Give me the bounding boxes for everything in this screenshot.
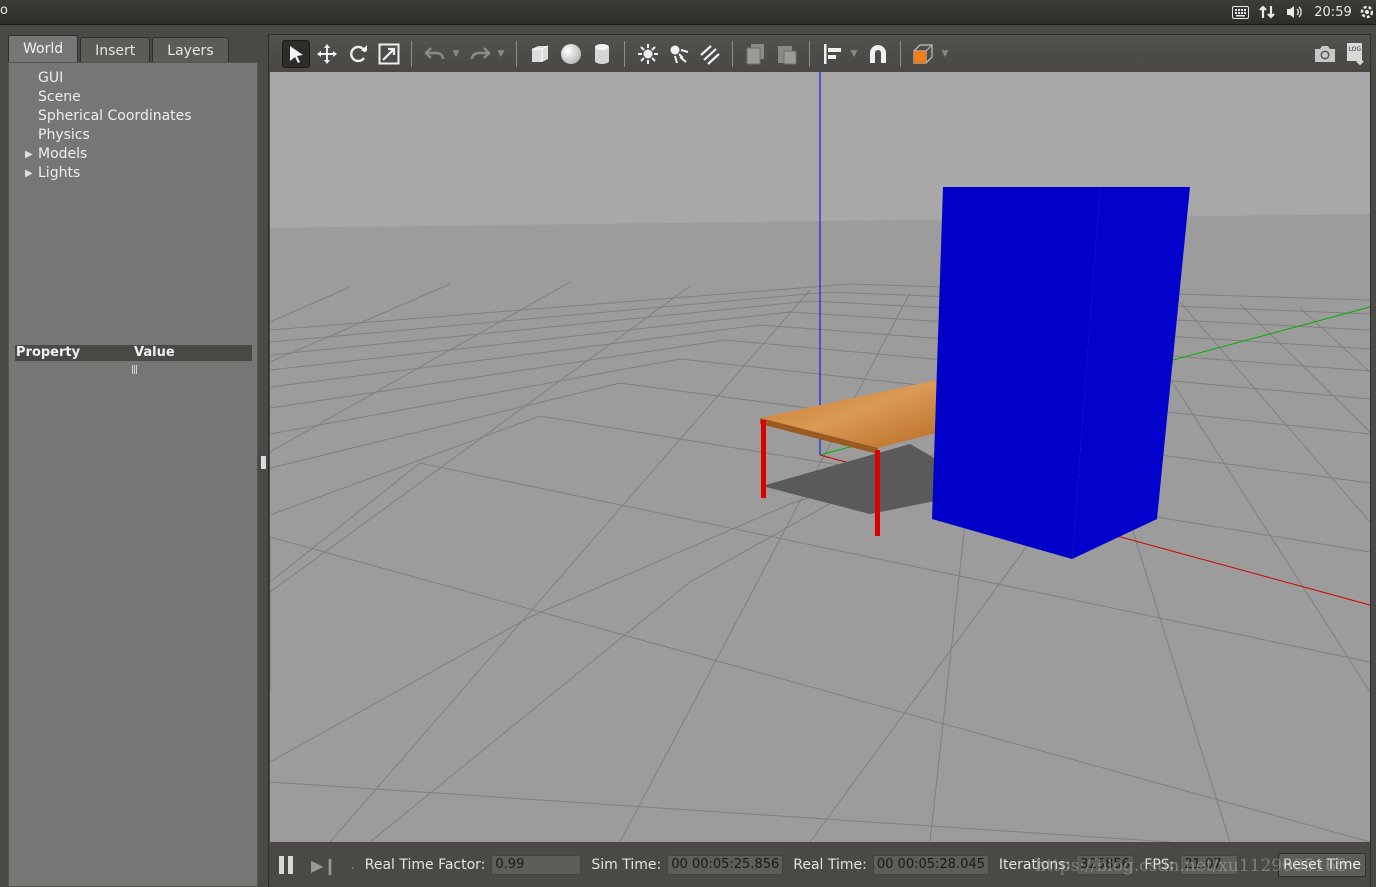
tab-insert[interactable]: Insert bbox=[80, 37, 151, 63]
screenshot-camera-icon[interactable] bbox=[1311, 40, 1339, 68]
step-dropdown-icon[interactable]: ․ bbox=[351, 858, 355, 872]
pause-icon[interactable] bbox=[279, 856, 295, 874]
world-tree: GUI Scene Spherical Coordinates Physics … bbox=[9, 69, 257, 183]
tab-layers[interactable]: Layers bbox=[152, 37, 229, 63]
tree-item-label: Spherical Coordinates bbox=[38, 108, 192, 124]
sim-time-value: 00 00:05:25.856 bbox=[667, 855, 784, 875]
iterations-value: 325856 bbox=[1076, 855, 1135, 875]
tree-item-label: Physics bbox=[38, 127, 90, 143]
real-time-factor-label: Real Time Factor: bbox=[364, 857, 486, 873]
undo-icon[interactable] bbox=[421, 40, 449, 68]
real-time-factor-value: 0.99 bbox=[491, 855, 582, 875]
tree-item-label: Models bbox=[38, 146, 88, 162]
network-updown-icon[interactable] bbox=[1254, 0, 1280, 24]
view-angle-icon[interactable] bbox=[910, 40, 938, 68]
tab-world[interactable]: World bbox=[8, 35, 79, 63]
table-leg bbox=[875, 450, 880, 536]
tree-item-physics[interactable]: Physics bbox=[9, 126, 257, 145]
toolbar-separator bbox=[732, 40, 733, 67]
sphere-icon[interactable] bbox=[557, 40, 585, 68]
system-tray: 20:59 bbox=[1226, 0, 1376, 24]
paste-icon[interactable] bbox=[773, 40, 801, 68]
log-label: LOG bbox=[1349, 46, 1362, 53]
app-title-fragment: o bbox=[0, 3, 8, 18]
reset-time-button[interactable]: Reset Time bbox=[1278, 853, 1366, 877]
toolbar-separator bbox=[624, 40, 625, 67]
expand-arrow-icon[interactable]: ▶ bbox=[25, 164, 33, 183]
box-icon[interactable] bbox=[526, 40, 554, 68]
blue-box-front bbox=[932, 187, 1100, 559]
tree-item-lights[interactable]: ▶ Lights bbox=[9, 164, 257, 183]
expand-arrow-icon[interactable]: ▶ bbox=[25, 145, 33, 164]
value-column-header[interactable]: Value bbox=[134, 345, 252, 361]
tree-item-gui[interactable]: GUI bbox=[9, 69, 257, 88]
scale-icon[interactable] bbox=[375, 40, 403, 68]
scene-viewport[interactable] bbox=[270, 72, 1370, 842]
table-leg bbox=[761, 420, 766, 498]
spot-light-icon[interactable] bbox=[665, 40, 693, 68]
cylinder-icon[interactable] bbox=[588, 40, 616, 68]
undo-dropdown-icon[interactable]: ▼ bbox=[449, 49, 463, 59]
keyboard-icon[interactable] bbox=[1226, 0, 1254, 24]
toolbar-separator bbox=[900, 40, 901, 67]
gear-icon[interactable] bbox=[1356, 0, 1376, 24]
clock-label[interactable]: 20:59 bbox=[1310, 0, 1356, 24]
log-icon[interactable]: LOG bbox=[1342, 40, 1370, 68]
tree-item-label: Scene bbox=[38, 89, 81, 105]
fps-value: 21.07 bbox=[1180, 855, 1239, 875]
panel-splitter-handle[interactable]: ▪ ▪ ▪ bbox=[260, 454, 267, 472]
scene-render bbox=[270, 72, 1370, 842]
redo-dropdown-icon[interactable]: ▼ bbox=[494, 49, 508, 59]
real-time-label: Real Time: bbox=[793, 857, 867, 873]
tree-item-models[interactable]: ▶ Models bbox=[9, 145, 257, 164]
align-icon[interactable] bbox=[819, 40, 847, 68]
real-time-value: 00 00:05:28.045 bbox=[872, 855, 989, 875]
sim-time-label: Sim Time: bbox=[591, 857, 662, 873]
rotate-icon[interactable] bbox=[344, 40, 372, 68]
select-arrow-icon[interactable] bbox=[282, 39, 310, 68]
property-column-header[interactable]: Property bbox=[15, 345, 134, 361]
directional-light-icon[interactable] bbox=[696, 40, 724, 68]
tree-item-label: Lights bbox=[38, 165, 81, 181]
toolbar-separator bbox=[809, 40, 810, 67]
toolbar-right-group: LOG bbox=[1308, 40, 1370, 68]
align-dropdown-icon[interactable]: ▼ bbox=[847, 49, 861, 59]
snap-magnet-icon[interactable] bbox=[864, 40, 892, 68]
tree-item-label: GUI bbox=[38, 70, 64, 86]
iterations-label: Iterations: bbox=[998, 857, 1071, 873]
tree-item-spherical-coordinates[interactable]: Spherical Coordinates bbox=[9, 107, 257, 126]
translate-icon[interactable] bbox=[313, 40, 341, 68]
tree-item-scene[interactable]: Scene bbox=[9, 88, 257, 107]
property-table-header: Property Value bbox=[15, 345, 252, 361]
view-angle-dropdown-icon[interactable]: ▼ bbox=[938, 49, 952, 59]
toolbar-separator bbox=[411, 40, 412, 67]
volume-icon[interactable] bbox=[1280, 0, 1310, 24]
toolbar-separator bbox=[516, 40, 517, 67]
sim-status-bar: ▶❙ ․ Real Time Factor: 0.99 Sim Time: 00… bbox=[270, 843, 1370, 887]
splitter-grip-icon[interactable]: ||| bbox=[131, 365, 138, 375]
redo-icon[interactable] bbox=[466, 40, 494, 68]
left-panel-tabs: World Insert Layers bbox=[8, 35, 231, 63]
copy-icon[interactable] bbox=[742, 40, 770, 68]
step-forward-icon[interactable]: ▶❙ bbox=[311, 856, 337, 875]
scene-toolbar: ▼ ▼ ▼ ▼ LOG bbox=[270, 35, 1370, 72]
world-panel: GUI Scene Spherical Coordinates Physics … bbox=[8, 62, 258, 887]
point-light-icon[interactable] bbox=[634, 40, 662, 68]
left-panel: World Insert Layers GUI Scene Spherical … bbox=[8, 35, 258, 887]
system-top-bar: o 20:59 bbox=[0, 0, 1376, 25]
fps-label: FPS: bbox=[1144, 857, 1175, 873]
